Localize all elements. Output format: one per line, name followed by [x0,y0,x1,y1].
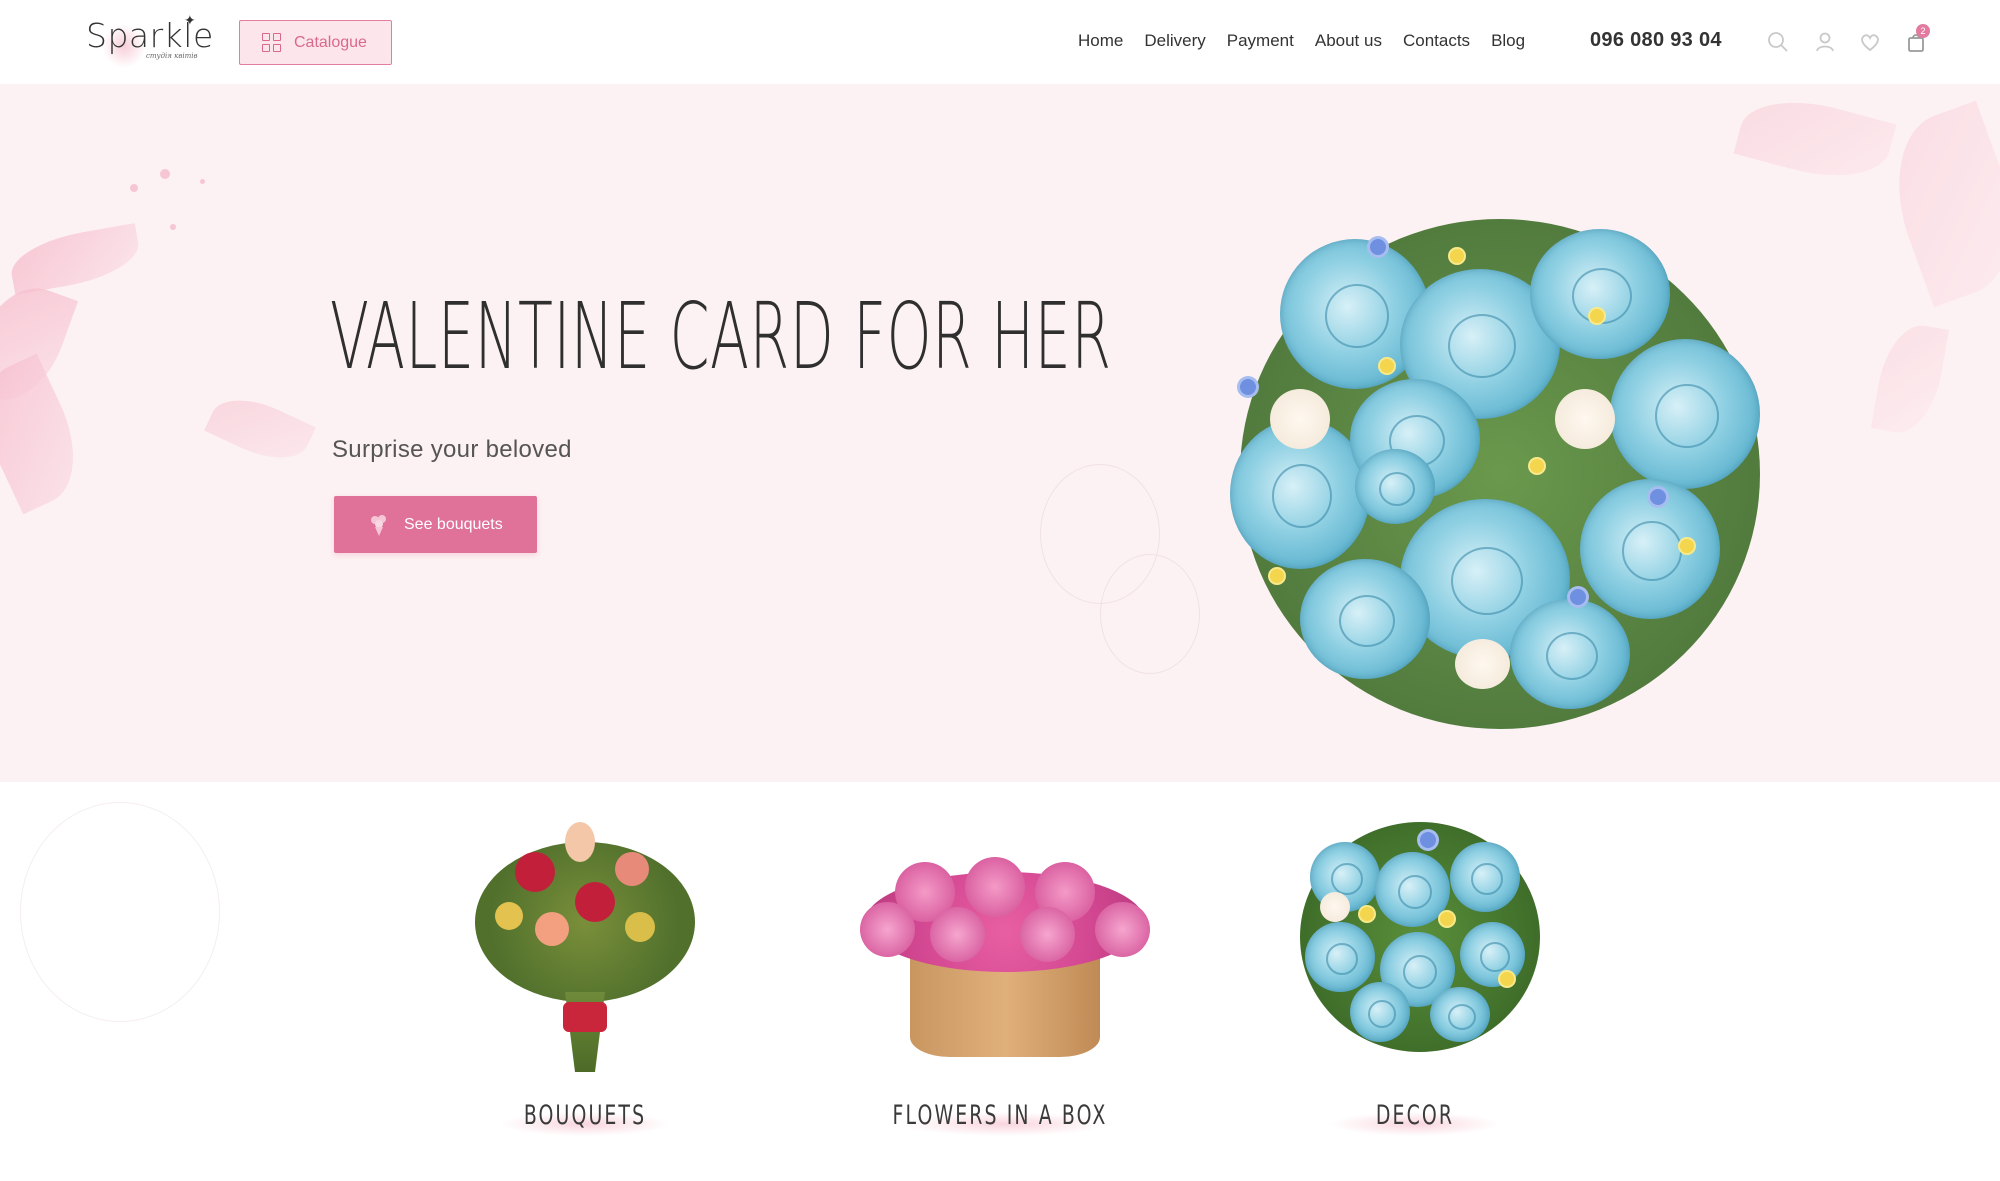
see-bouquets-label: See bouquets [404,515,503,533]
nav-blog[interactable]: Blog [1491,31,1525,51]
category-decor[interactable]: Decor [1255,782,1575,1142]
cart-icon[interactable]: 2 [1904,24,1930,54]
category-section: Bouquets Flowers in a box [0,782,2000,1181]
flowers-in-a-box-image [855,857,1155,1082]
category-label-decor: Decor [1375,1100,1455,1131]
category-bouquets[interactable]: Bouquets [425,782,745,1142]
decor-leaf [1733,85,1897,193]
hero-bouquet-image [1210,159,1790,759]
catalogue-button[interactable]: Catalogue [239,20,392,65]
hero-subtitle: Surprise your beloved [332,436,572,463]
decor-dot [130,184,138,192]
decor-dot [170,224,176,230]
nav-delivery[interactable]: Delivery [1144,31,1205,51]
catalogue-label: Catalogue [294,33,367,51]
bouquets-image [455,802,715,1082]
bouquet-icon [371,514,386,536]
decor-dot [160,169,170,179]
logo[interactable]: Sparkle ✦ студія квітів [86,12,213,68]
search-icon[interactable] [1766,30,1790,54]
decor-leaf [6,223,144,295]
phone-number[interactable]: 096 080 93 04 [1590,29,1722,52]
decor-leaf [204,385,316,473]
category-flowers-in-a-box[interactable]: Flowers in a box [840,782,1160,1142]
decor-sketch [20,802,220,1022]
decor-leaf [1870,319,1950,439]
nav-payment[interactable]: Payment [1227,31,1294,51]
cart-count-badge: 2 [1916,24,1930,38]
decor-sketch [1100,554,1200,674]
hero-title: Valentine card for her [330,283,1112,390]
main-nav: Home Delivery Payment About us Contacts … [1078,31,1546,51]
logo-subtitle: студія квітів [146,52,198,60]
site-header: Sparkle ✦ студія квітів Catalogue Home D… [0,0,2000,84]
see-bouquets-button[interactable]: See bouquets [334,496,537,553]
decor-image [1290,812,1550,1062]
heart-icon[interactable] [1858,30,1882,54]
grid-icon [262,32,282,53]
decor-leaf [0,353,96,515]
sparkle-star-icon: ✦ [184,12,196,28]
hero-banner: Valentine card for her Surprise your bel… [0,84,2000,782]
category-label-bouquets: Bouquets [523,1100,647,1131]
nav-about-us[interactable]: About us [1315,31,1382,51]
nav-home[interactable]: Home [1078,31,1123,51]
decor-dot [200,179,205,184]
category-label-flowers-in-a-box: Flowers in a box [892,1100,1108,1131]
user-icon[interactable] [1813,30,1837,54]
nav-contacts[interactable]: Contacts [1403,31,1470,51]
